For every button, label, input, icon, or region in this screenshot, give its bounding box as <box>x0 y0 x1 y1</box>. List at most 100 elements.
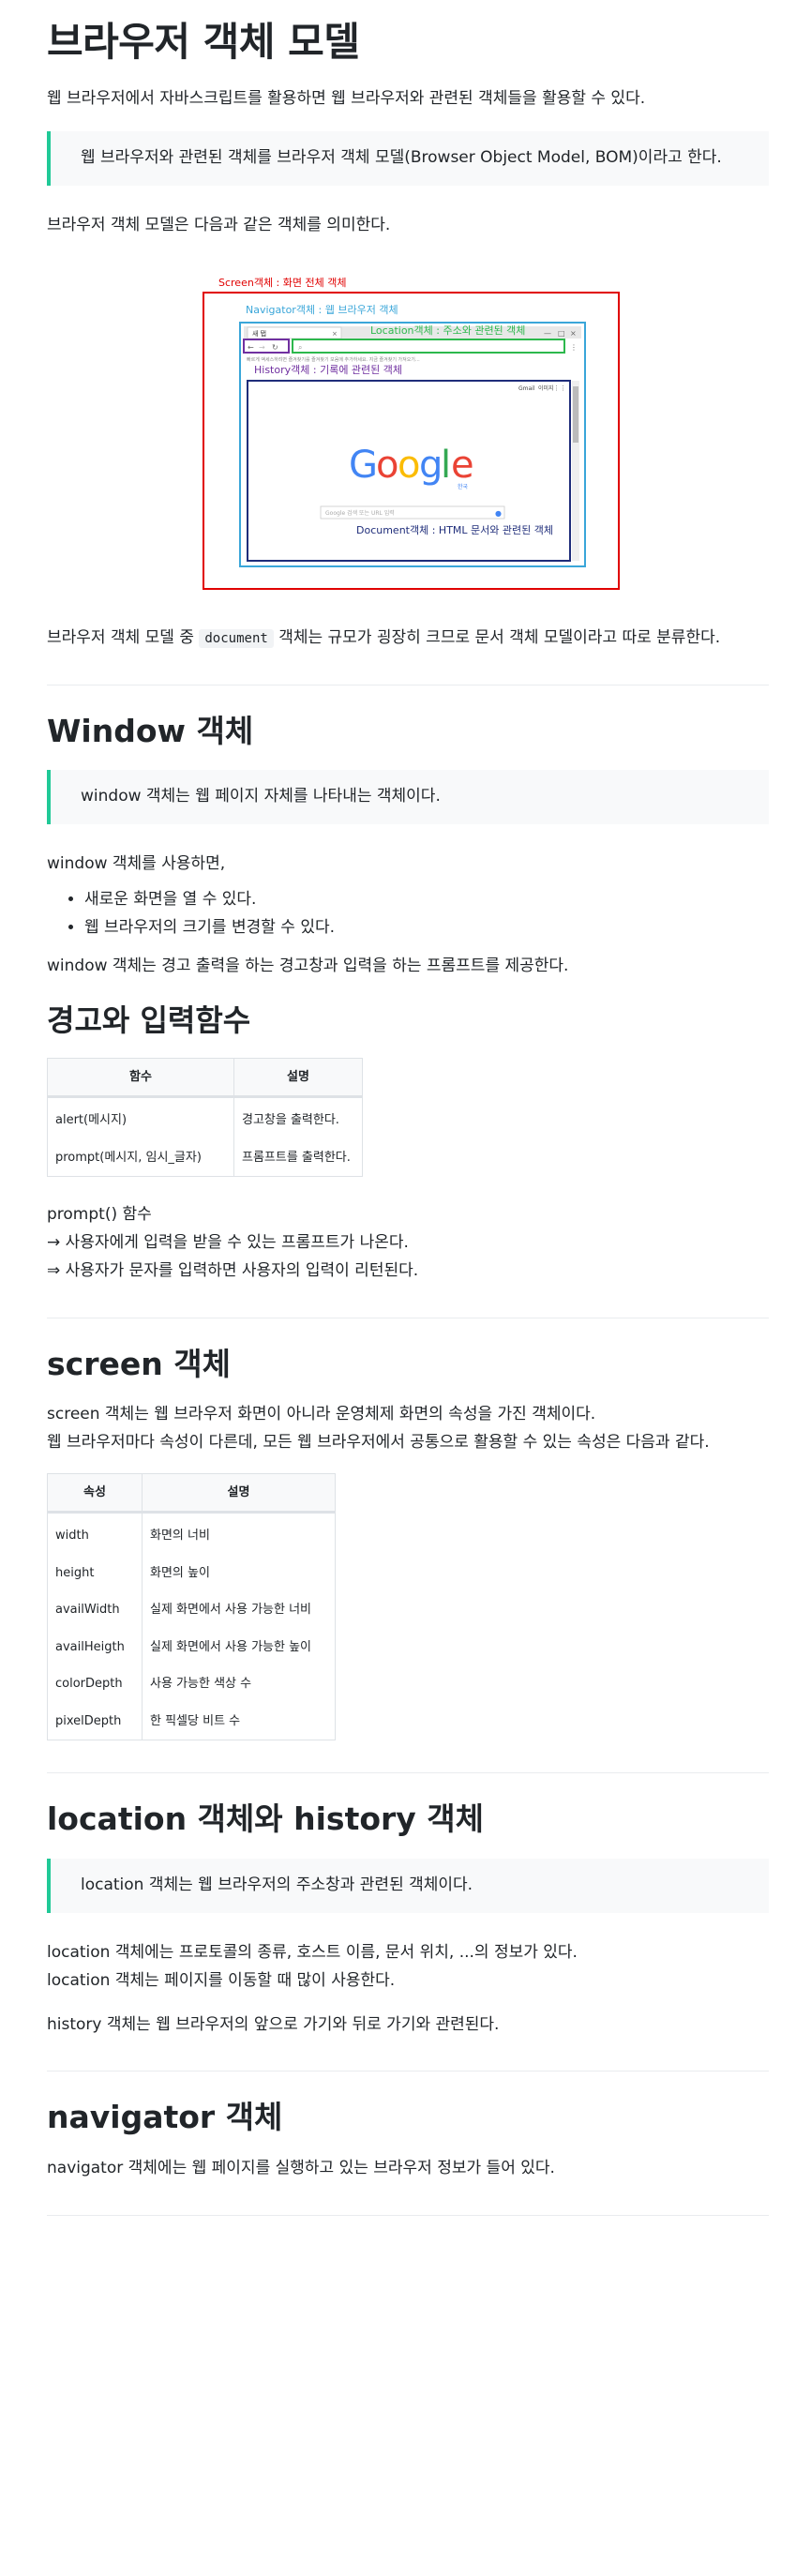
google-search-placeholder: Google 검색 또는 URL 입력 <box>325 509 395 517</box>
table-cell: 경고창을 출력한다. <box>233 1096 363 1140</box>
bom-diagram: Screen객체 : 화면 전체 객체 Navigator객체 : 웹 브라우저… <box>203 277 620 590</box>
list-item: 웹 브라우저의 크기를 변경할 수 있다. <box>84 914 769 942</box>
table-row: pixelDepth 한 픽셀당 비트 수 <box>47 1703 336 1741</box>
location-line: location 객체에는 프로토콜의 종류, 호스트 이름, 문서 위치, .… <box>47 1943 578 1963</box>
table-header-cell: 설명 <box>233 1057 363 1099</box>
table-cell: 화면의 너비 <box>142 1512 336 1556</box>
gmail-link: Gmail <box>518 385 535 392</box>
screen-object-label: Screen객체 : 화면 전체 객체 <box>218 277 346 289</box>
svg-text:G: G <box>349 444 378 487</box>
bom-quote: 웹 브라우저와 관련된 객체를 브라우저 객체 모델(Browser Objec… <box>47 131 769 187</box>
bom-meaning: 브라우저 객체 모델은 다음과 같은 객체를 의미한다. <box>47 216 391 235</box>
prompt-line: → 사용자에게 입력을 받을 수 있는 프롬프트가 나온다. <box>47 1233 409 1253</box>
screen-line: 웹 브라우저마다 속성이 다른데, 모든 웹 브라우저에서 공통으로 활용할 수… <box>47 1433 710 1453</box>
page-scrollbar-thumb <box>573 385 578 443</box>
document-code: document <box>199 628 274 648</box>
back-icon: ← <box>248 343 254 352</box>
browser-tab-label: 새 탭 <box>252 329 266 338</box>
menu-icon: ⋮ <box>570 343 578 352</box>
navigator-title: navigator 객체 <box>47 2099 283 2136</box>
images-link: 이미지 <box>538 384 554 392</box>
table-row: prompt(메시지, 임시_글자) 프롬프트를 출력한다. <box>47 1139 363 1178</box>
svg-text:g: g <box>419 444 443 487</box>
divider <box>47 1772 769 1774</box>
table-cell: colorDepth <box>47 1666 143 1704</box>
table-cell: 실제 화면에서 사용 가능한 너비 <box>142 1592 336 1630</box>
table-row: availHeigth 실제 화면에서 사용 가능한 높이 <box>47 1629 336 1667</box>
table-cell: pixelDepth <box>47 1703 143 1741</box>
bom-intro: 웹 브라우저에서 자바스크립트를 활용하면 웹 브라우저와 관련된 객체들을 활… <box>47 88 646 108</box>
history-object-label: History객체 : 기록에 관련된 객체 <box>254 364 402 376</box>
table-row: colorDepth 사용 가능한 색상 수 <box>47 1666 336 1704</box>
location-quote: location 객체는 웹 브라우저의 주소창과 관련된 객체이다. <box>47 1859 769 1914</box>
table-cell: 실제 화면에서 사용 가능한 높이 <box>142 1629 336 1667</box>
navigator-description: navigator 객체에는 웹 페이지를 실행하고 있는 브라우저 정보가 들… <box>47 2159 555 2178</box>
table-cell: height <box>47 1555 143 1593</box>
prompt-explanation: prompt() 함수 → 사용자에게 입력을 받을 수 있는 프롬프트가 나온… <box>47 1201 769 1285</box>
apps-grid-icon: ⋮⋮ <box>553 384 566 392</box>
tab-close-icon: × <box>332 330 338 338</box>
location-object-label: Location객체 : 주소와 관련된 객체 <box>370 324 525 337</box>
screen-title: screen 객체 <box>47 1345 231 1382</box>
table-header-cell: 함수 <box>47 1057 234 1099</box>
list-item: 새로운 화면을 열 수 있다. <box>84 886 769 914</box>
table-header-cell: 설명 <box>142 1472 336 1514</box>
svg-text:o: o <box>398 444 420 487</box>
bom-title: 브라우저 객체 모델 <box>47 19 360 65</box>
table-cell: 한 픽셀당 비트 수 <box>142 1703 336 1741</box>
table-cell: alert(메시지) <box>47 1096 234 1140</box>
prompt-line: ⇒ 사용자가 문자를 입력하면 사용자의 입력이 리턴된다. <box>47 1260 419 1280</box>
alert-title: 경고와 입력함수 <box>47 1002 251 1039</box>
prompt-line: prompt() 함수 <box>47 1205 152 1225</box>
screen-line: screen 객체는 웹 브라우저 화면이 아니라 운영체제 화면의 속성을 가… <box>47 1405 596 1424</box>
document-note: 브라우저 객체 모델 중 document 객체는 규모가 굉장히 크므로 문서… <box>47 625 769 653</box>
window-max-icon: □ <box>558 329 565 338</box>
table-header-row: 함수 설명 <box>47 1057 363 1099</box>
table-cell: prompt(메시지, 임시_글자) <box>47 1139 234 1178</box>
svg-text:e: e <box>451 444 474 487</box>
table-cell: availHeigth <box>47 1629 143 1667</box>
forward-icon: → <box>259 343 265 352</box>
screen-description: screen 객체는 웹 브라우저 화면이 아니라 운영체제 화면의 속성을 가… <box>47 1401 769 1457</box>
window-bullet-list: 새로운 화면을 열 수 있다. 웹 브라우저의 크기를 변경할 수 있다. <box>47 886 769 942</box>
mic-icon: ● <box>495 509 502 518</box>
document-note-before: 브라우저 객체 모델 중 <box>47 627 200 647</box>
table-row: availWidth 실제 화면에서 사용 가능한 너비 <box>47 1592 336 1630</box>
table-row: height 화면의 높이 <box>47 1555 336 1593</box>
svg-text:o: o <box>376 444 398 487</box>
table-cell: 프롬프트를 출력한다. <box>233 1139 363 1178</box>
window-using: window 객체를 사용하면, <box>47 854 226 874</box>
refresh-icon: ↻ <box>272 343 278 352</box>
table-row: width 화면의 너비 <box>47 1512 336 1556</box>
document-object-label: Document객체 : HTML 문서와 관련된 객체 <box>356 524 553 536</box>
location-description: location 객체에는 프로토콜의 종류, 호스트 이름, 문서 위치, .… <box>47 1939 769 1996</box>
table-cell: 화면의 높이 <box>142 1555 336 1593</box>
address-search-icon: ⌕ <box>298 343 302 352</box>
svg-text:l: l <box>441 444 451 487</box>
window-close-icon: × <box>570 329 577 338</box>
window-title: Window 객체 <box>47 712 254 749</box>
location-line: location 객체는 페이지를 이동할 때 많이 사용한다. <box>47 1970 396 1990</box>
table-header-row: 속성 설명 <box>47 1472 336 1514</box>
screen-properties-table: 속성 설명 width 화면의 너비 height 화면의 높이 availWi… <box>47 1472 336 1741</box>
window-prompt-note: window 객체는 경고 출력을 하는 경고창과 입력을 하는 프롬프트를 제… <box>47 957 569 976</box>
article-content: 브라우저 객체 모델 웹 브라우저에서 자바스크립트를 활용하면 웹 브라우저와… <box>47 0 769 2216</box>
divider <box>47 2215 769 2216</box>
history-description: history 객체는 웹 브라우저의 앞으로 가기와 뒤로 가기와 관련된다. <box>47 2014 500 2034</box>
google-logo: G o o g l e <box>349 444 474 487</box>
alert-table: 함수 설명 alert(메시지) 경고창을 출력한다. prompt(메시지, … <box>47 1057 363 1178</box>
table-cell: availWidth <box>47 1592 143 1630</box>
table-cell: 사용 가능한 색상 수 <box>142 1666 336 1704</box>
location-title: location 객체와 history 객체 <box>47 1800 485 1838</box>
table-row: alert(메시지) 경고창을 출력한다. <box>47 1096 363 1140</box>
location-object-box <box>292 338 565 354</box>
window-quote: window 객체는 웹 페이지 자체를 나타내는 객체이다. <box>47 770 769 825</box>
bookmark-hint: 빠르게 액세스하려면 즐겨찾기를 즐겨찾기 모음에 추가하세요. 지금 즐겨찾기… <box>247 356 420 363</box>
table-cell: width <box>47 1512 143 1556</box>
window-min-icon: — <box>544 329 551 338</box>
document-note-after: 객체는 규모가 굉장히 크므로 문서 객체 모델이라고 따로 분류한다. <box>273 627 721 647</box>
table-header-cell: 속성 <box>47 1472 143 1514</box>
navigator-object-label: Navigator객체 : 웹 브라우저 객체 <box>246 304 398 316</box>
bom-diagram-figure: Screen객체 : 화면 전체 객체 Navigator객체 : 웹 브라우저… <box>47 264 769 593</box>
google-logo-region: 한국 <box>458 484 469 490</box>
